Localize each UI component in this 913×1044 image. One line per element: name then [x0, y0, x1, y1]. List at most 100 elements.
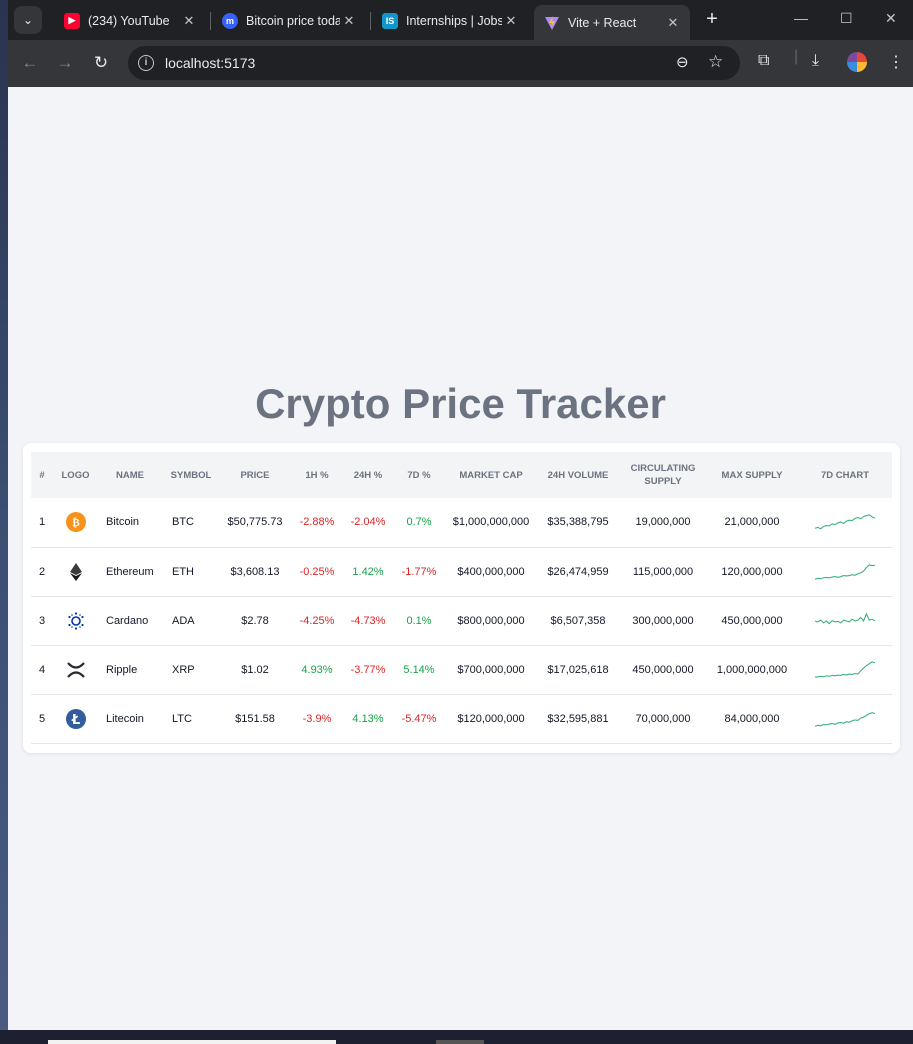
table-row: 5 Ł Litecoin LTC $151.58 -3.9% 4.13% -5.…: [31, 694, 892, 743]
bookmark-star-icon[interactable]: ☆: [708, 52, 723, 72]
extensions-icon[interactable]: ⧉: [758, 52, 769, 70]
header-24h: 24H %: [353, 469, 383, 481]
tab-search-button[interactable]: ⌄: [14, 6, 42, 34]
reload-icon[interactable]: ↻: [89, 52, 113, 76]
market-cap-cell: $700,000,000: [457, 663, 525, 676]
coin-symbol: ADA: [172, 614, 195, 627]
sparkline-cell: [798, 694, 892, 743]
sparkline-chart: [815, 514, 875, 530]
logo-cell: [53, 547, 98, 596]
sparkline-chart: [815, 660, 875, 678]
change-7d: -5.47%: [401, 712, 437, 725]
youtube-icon: ▶: [64, 12, 80, 29]
change-7d: 0.1%: [406, 614, 432, 627]
menu-icon[interactable]: ⋮: [888, 52, 904, 72]
sparkline-chart: [815, 563, 875, 580]
header-name: NAME: [116, 469, 144, 481]
sparkline-cell: [798, 596, 892, 645]
sparkline-line: [815, 563, 875, 580]
coin-symbol: BTC: [172, 516, 194, 529]
logo-cell: ₿: [53, 498, 98, 547]
change-24h: -3.77%: [350, 663, 386, 676]
tab-title: Vite + React: [568, 15, 637, 30]
coin-symbol: XRP: [172, 663, 195, 676]
crypto-table: # LOGO NAME SYMBOL PRICE 1H % 24H % 7D %…: [31, 452, 892, 744]
rank-cell: 2: [38, 565, 46, 578]
max-supply-cell: 1,000,000,000: [716, 663, 788, 676]
market-cap-cell: $1,000,000,000: [452, 516, 530, 529]
sparkline-chart: [815, 711, 875, 727]
volume-cell: $6,507,358: [550, 614, 606, 627]
price-cell: $2.78: [241, 614, 269, 627]
price-cell: $50,775.73: [227, 516, 283, 529]
taskbar-item[interactable]: [48, 1040, 336, 1044]
address-bar[interactable]: i localhost:5173 ⊖ ☆: [128, 46, 740, 80]
sparkline-cell: [798, 498, 892, 547]
svg-text:₿: ₿: [72, 516, 80, 529]
back-icon[interactable]: ←: [18, 52, 42, 76]
change-7d: 5.14%: [403, 663, 435, 676]
ethereum-icon: [66, 562, 86, 582]
header-logo: LOGO: [61, 469, 90, 481]
new-tab-button[interactable]: +: [700, 8, 724, 32]
change-1h: -4.25%: [299, 614, 335, 627]
site-info-icon[interactable]: i: [138, 55, 154, 71]
close-icon[interactable]: ✕: [180, 13, 198, 29]
minimize-icon[interactable]: —: [794, 10, 808, 26]
cardano-icon: [66, 611, 86, 631]
coin-name: Ethereum: [106, 565, 154, 578]
price-cell: $1.02: [241, 663, 269, 676]
close-window-icon[interactable]: ✕: [885, 10, 897, 27]
rank-cell: 3: [38, 614, 46, 627]
zoom-icon[interactable]: ⊖: [676, 53, 689, 71]
header-volume: 24H VOLUME: [547, 469, 609, 481]
bitcoin-icon: ₿: [65, 512, 86, 533]
circulating-supply-cell: 115,000,000: [632, 565, 694, 578]
rank-cell: 1: [38, 516, 46, 529]
header-1h: 1H %: [305, 469, 329, 481]
coin-name: Litecoin: [106, 712, 144, 725]
crypto-table-card: # LOGO NAME SYMBOL PRICE 1H % 24H % 7D %…: [23, 443, 900, 753]
sparkline-cell: [798, 645, 892, 694]
close-icon[interactable]: ✕: [664, 15, 682, 31]
close-icon[interactable]: ✕: [340, 13, 358, 29]
tab-title: Bitcoin price toda: [246, 13, 340, 28]
market-cap-cell: $120,000,000: [457, 712, 525, 725]
maximize-icon[interactable]: ☐: [840, 10, 853, 27]
taskbar-item[interactable]: [436, 1040, 484, 1044]
tab-youtube[interactable]: ▶ (234) YouTube ✕: [54, 5, 206, 36]
change-24h: -4.73%: [350, 614, 386, 627]
change-24h: 4.13%: [352, 712, 384, 725]
forward-icon[interactable]: →: [53, 52, 77, 76]
taskbar: [0, 1030, 913, 1044]
circulating-supply-cell: 70,000,000: [635, 712, 691, 725]
rank-cell: 4: [38, 663, 46, 676]
tab-internshala[interactable]: IS Internships | Jobs ✕: [372, 5, 528, 36]
sparkline-line: [815, 711, 875, 727]
page-viewport: Crypto Price Tracker # LOGO NAME SYMBOL …: [8, 87, 913, 1030]
tab-title: (234) YouTube: [88, 13, 170, 28]
price-cell: $151.58: [235, 712, 275, 725]
header-7d: 7D %: [407, 469, 431, 481]
table-row: 2 Ethereum ETH $3,608.13 -0.25% 1.42% -1…: [31, 547, 892, 596]
download-icon[interactable]: ⤓: [812, 52, 819, 70]
ripple-icon: [66, 660, 86, 680]
tab-coinmarketcap[interactable]: m Bitcoin price toda ✕: [212, 5, 366, 36]
close-icon[interactable]: ✕: [502, 13, 520, 29]
rank-cell: 5: [38, 712, 46, 725]
market-cap-cell: $400,000,000: [457, 565, 525, 578]
tab-title: Internships | Jobs: [406, 13, 502, 28]
volume-cell: $32,595,881: [547, 712, 609, 725]
volume-cell: $26,474,959: [547, 565, 609, 578]
header-market-cap: MARKET CAP: [459, 469, 523, 481]
change-1h: -3.9%: [302, 712, 332, 725]
change-24h: 1.42%: [352, 565, 384, 578]
sparkline-line: [815, 514, 875, 530]
coin-symbol: ETH: [172, 565, 194, 578]
tab-separator: [370, 12, 371, 30]
max-supply-cell: 450,000,000: [721, 614, 783, 627]
url-text[interactable]: localhost:5173: [165, 55, 255, 71]
sparkline-line: [815, 660, 875, 678]
profile-avatar[interactable]: [847, 52, 867, 72]
tab-vite-react[interactable]: Vite + React ✕: [534, 5, 690, 40]
